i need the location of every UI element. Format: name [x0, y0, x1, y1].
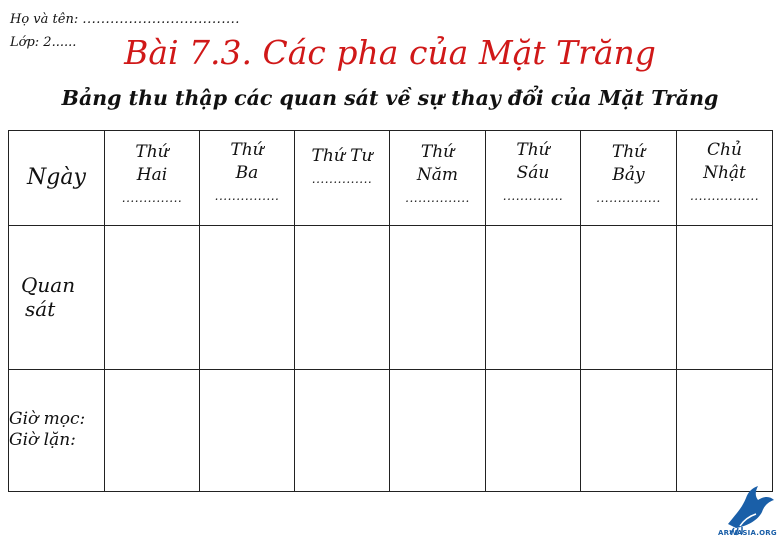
page-subtitle: Bảng thu thập các quan sát về sự thay đổ… [61, 86, 719, 110]
day-line1: Thứ [230, 140, 264, 160]
observation-cell-saturday[interactable] [580, 224, 677, 370]
day-date-blank[interactable]: ............... [581, 191, 676, 205]
day-line2: Hai [136, 164, 168, 185]
observation-row: Quan sát [8, 224, 773, 370]
day-line1: Thứ Tư [311, 146, 373, 166]
observation-cell-monday[interactable] [104, 224, 200, 370]
rise-set-row: Giờ mọc: Giờ lặn: [8, 368, 773, 493]
observation-cell-thursday[interactable] [389, 224, 486, 370]
observation-label-line1: Quan [21, 273, 76, 298]
day-line1: Thứ [420, 142, 455, 162]
name-blank[interactable]: .................................. [82, 12, 240, 27]
observation-cell-sunday[interactable] [676, 224, 773, 370]
rise-set-cell-sunday[interactable] [676, 368, 773, 493]
day-line2: Sáu [516, 162, 550, 183]
observation-cell-tuesday[interactable] [199, 224, 295, 370]
rise-set-cell-friday[interactable] [485, 368, 581, 493]
day-header-monday: Thứ Hai .............. [104, 130, 200, 226]
name-field: Họ và tên: .............................… [10, 13, 240, 26]
day-header-friday: Thứ Sáu .............. [485, 130, 581, 226]
observation-table: Ngày Thứ Hai .............. Thứ Ba .......… [8, 130, 773, 493]
day-line1: Thứ [135, 142, 169, 162]
rise-set-label: Giờ mọc: Giờ lặn: [8, 368, 105, 493]
rise-set-cell-saturday[interactable] [580, 368, 677, 493]
day-header-row: Ngày Thứ Hai .............. Thứ Ba .......… [8, 130, 773, 226]
day-header-saturday: Thứ Bảy ............... [580, 130, 677, 226]
rise-label: Giờ mọc: [9, 409, 86, 430]
day-line1: Chủ [707, 140, 742, 160]
rise-set-cell-tuesday[interactable] [199, 368, 295, 493]
observation-cell-wednesday[interactable] [294, 224, 390, 370]
set-label: Giờ lặn: [9, 430, 76, 451]
corner-label: Ngày [8, 130, 105, 226]
day-date-blank[interactable]: .............. [105, 191, 199, 205]
day-date-blank[interactable]: .............. [295, 172, 389, 186]
day-line1: Thứ [516, 140, 550, 160]
page-title: Bài 7.3. Các pha của Mặt Trăng [124, 33, 656, 72]
day-header-sunday: Chủ Nhật ................ [676, 130, 773, 226]
day-line2: Bảy [612, 164, 645, 185]
observation-cell-friday[interactable] [485, 224, 581, 370]
day-header-thursday: Thứ Năm ............... [389, 130, 486, 226]
day-line1: Thứ [611, 142, 646, 162]
observation-label: Quan sát [8, 224, 105, 370]
rise-set-cell-wednesday[interactable] [294, 368, 390, 493]
day-header-wednesday: Thứ Tư .............. [294, 130, 390, 226]
day-date-blank[interactable]: .............. [486, 189, 580, 203]
day-line2: Ba [235, 162, 259, 183]
day-header-tuesday: Thứ Ba ............... [199, 130, 295, 226]
rise-set-cell-thursday[interactable] [389, 368, 486, 493]
day-date-blank[interactable]: ................ [677, 189, 772, 203]
day-line2: Nhật [703, 162, 746, 183]
day-date-blank[interactable]: ............... [390, 191, 485, 205]
name-label: Họ và tên: [10, 12, 79, 27]
logo-text: ARWASIA.ORG [718, 529, 777, 537]
day-line2: Năm [416, 164, 459, 185]
observation-label-line2: sát [25, 297, 56, 322]
day-date-blank[interactable]: ............... [200, 189, 294, 203]
rise-set-cell-monday[interactable] [104, 368, 200, 493]
